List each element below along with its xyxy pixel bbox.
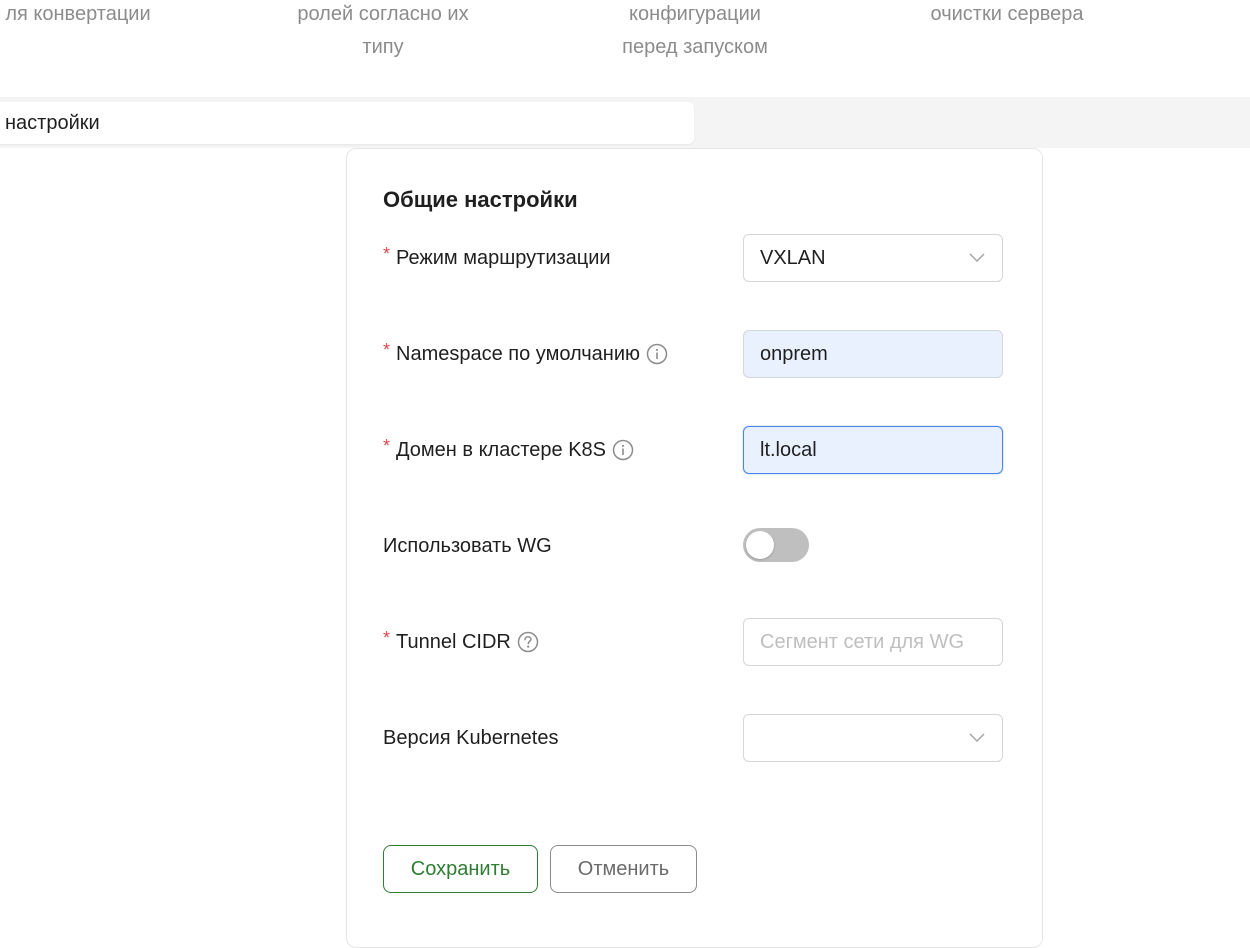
use-wg-label: Использовать WG xyxy=(383,535,552,557)
tunnel-cidr-input[interactable] xyxy=(760,630,986,654)
chevron-down-icon xyxy=(968,729,986,747)
tunnel-cidr-row: * Tunnel CIDR xyxy=(383,618,1003,666)
save-button[interactable]: Сохранить xyxy=(383,845,538,893)
settings-card: Общие настройки * Режим маршрутизации VX… xyxy=(346,148,1043,948)
step-label-4: очистки сервера xyxy=(930,3,1084,25)
tab-settings-label: настройки xyxy=(5,112,100,134)
step-label-2: ролей согласно их типу xyxy=(297,3,469,58)
use-wg-toggle[interactable] xyxy=(743,528,809,562)
question-circle-icon[interactable] xyxy=(517,631,539,653)
info-circle-icon[interactable] xyxy=(612,439,634,461)
steps-header: ля конвертации ролей согласно их типу ко… xyxy=(0,0,1250,97)
tab-bar: настройки xyxy=(0,97,1250,148)
info-circle-icon[interactable] xyxy=(646,343,668,365)
required-mark: * xyxy=(383,340,391,360)
tunnel-cidr-input-wrap xyxy=(743,618,1003,666)
use-wg-row: Использовать WG xyxy=(383,522,1003,570)
step-label-1: ля конвертации xyxy=(5,3,151,25)
tunnel-cidr-label-text: Tunnel CIDR xyxy=(396,631,511,653)
cluster-domain-row: * Домен в кластере K8S xyxy=(383,426,1003,474)
required-mark: * xyxy=(383,244,391,264)
namespace-input[interactable] xyxy=(760,342,986,366)
cluster-domain-label-text: Домен в кластере K8S xyxy=(396,439,606,461)
cancel-button[interactable]: Отменить xyxy=(550,845,697,893)
namespace-label: * Namespace по умолчанию xyxy=(383,330,668,378)
routing-mode-row: * Режим маршрутизации VXLAN xyxy=(383,234,1003,282)
namespace-row: * Namespace по умолчанию xyxy=(383,330,1003,378)
tunnel-cidr-label: * Tunnel CIDR xyxy=(383,618,539,666)
routing-mode-label: * Режим маршрутизации xyxy=(383,234,611,282)
required-mark: * xyxy=(383,436,391,456)
required-mark: * xyxy=(383,628,391,648)
toggle-knob xyxy=(746,531,774,559)
tab-settings[interactable]: настройки xyxy=(0,102,694,144)
cluster-domain-input[interactable] xyxy=(760,438,986,462)
k8s-version-row: Версия Kubernetes xyxy=(383,714,1003,762)
k8s-version-label: Версия Kubernetes xyxy=(383,727,559,749)
step-label-3: конфигурации перед запуском xyxy=(622,3,768,58)
k8s-version-select[interactable] xyxy=(743,714,1003,762)
routing-mode-value: VXLAN xyxy=(760,246,826,269)
cluster-domain-label: * Домен в кластере K8S xyxy=(383,426,634,474)
routing-mode-label-text: Режим маршрутизации xyxy=(396,247,611,269)
cluster-domain-input-wrap xyxy=(743,426,1003,474)
namespace-label-text: Namespace по умолчанию xyxy=(396,343,640,365)
card-title: Общие настройки xyxy=(383,187,578,212)
routing-mode-select[interactable]: VXLAN xyxy=(743,234,1003,282)
namespace-input-wrap xyxy=(743,330,1003,378)
chevron-down-icon xyxy=(968,249,986,267)
